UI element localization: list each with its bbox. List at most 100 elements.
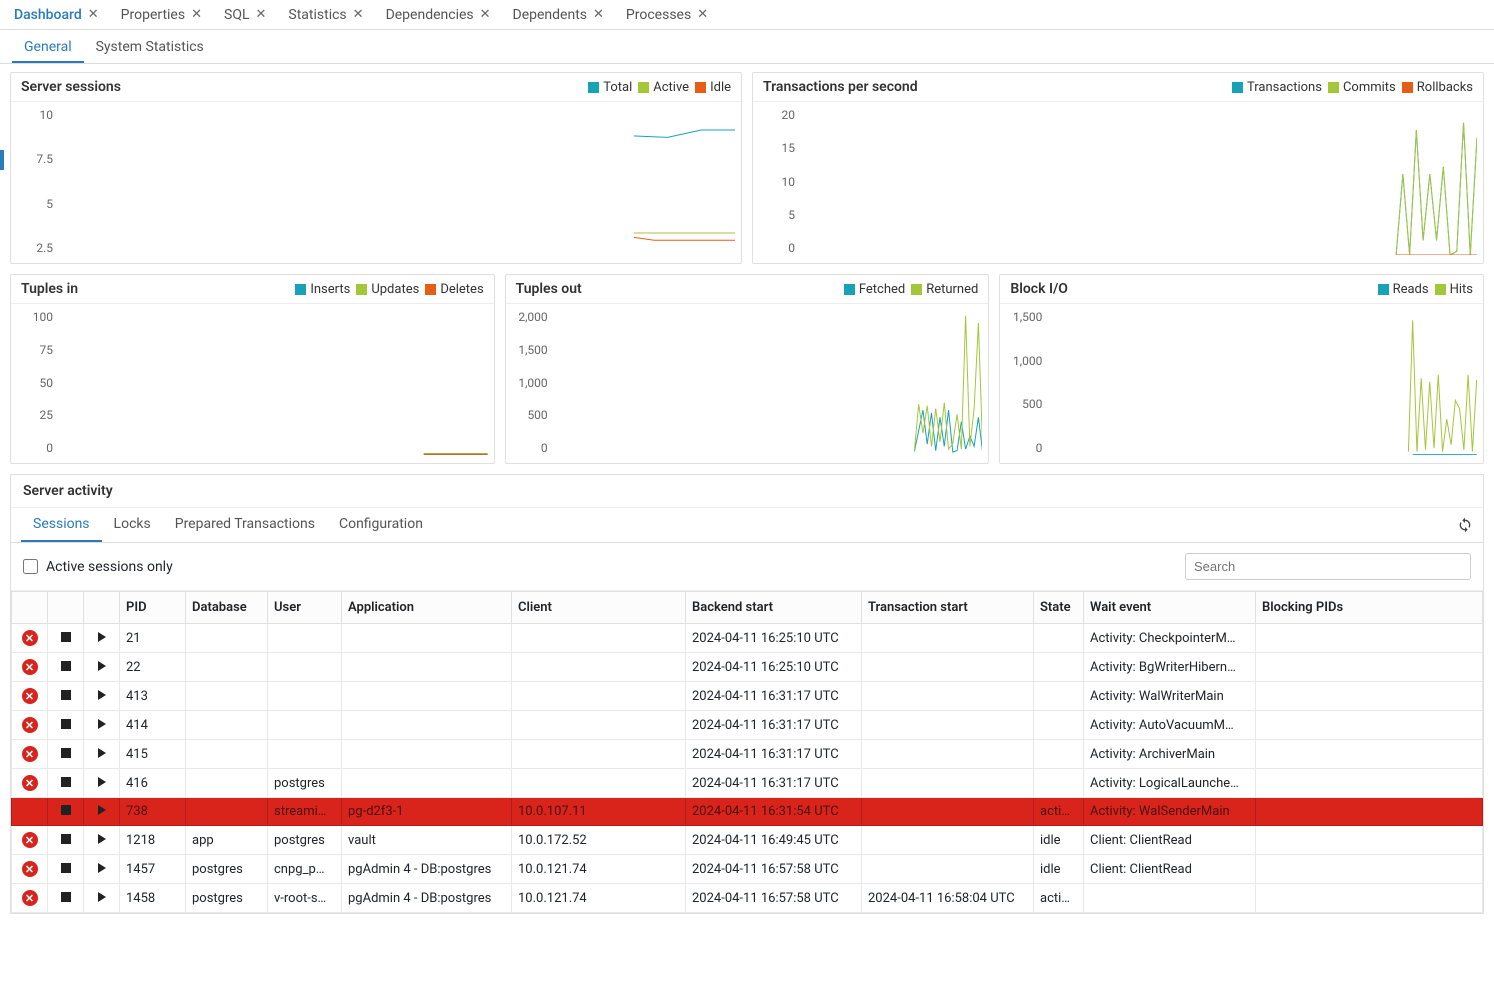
y-tick: 5 (753, 208, 801, 222)
close-icon[interactable]: ✕ (697, 7, 708, 22)
stop-icon[interactable] (61, 863, 71, 873)
main-tab-properties[interactable]: Properties✕ (113, 3, 210, 27)
table-row[interactable]: ✕212024-04-11 16:25:10 UTCActivity: Chec… (12, 624, 1483, 653)
col-header[interactable]: State (1034, 592, 1084, 624)
legend-label: Commits (1343, 80, 1396, 95)
sub-tab-general[interactable]: General (12, 33, 84, 63)
cell-db (186, 769, 268, 798)
table-row[interactable]: ✕4142024-04-11 16:31:17 UTCActivity: Aut… (12, 711, 1483, 740)
col-header[interactable] (84, 592, 120, 624)
legend: TransactionsCommitsRollbacks (1232, 80, 1473, 95)
y-tick: 20 (753, 108, 801, 122)
close-icon[interactable]: ✕ (480, 7, 491, 22)
table-row[interactable]: ✕4132024-04-11 16:31:17 UTCActivity: Wal… (12, 682, 1483, 711)
terminate-icon[interactable]: ✕ (22, 630, 38, 646)
activity-tab-configuration[interactable]: Configuration (327, 508, 435, 542)
terminate-icon[interactable]: ✕ (22, 775, 38, 791)
cell-wait: Activity: LogicalLaunche… (1084, 769, 1256, 798)
expand-icon[interactable] (98, 834, 106, 844)
table-row[interactable]: ✕1457postgrescnpg_p…pgAdmin 4 - DB:postg… (12, 855, 1483, 884)
table-row[interactable]: ✕4152024-04-11 16:31:17 UTCActivity: Arc… (12, 740, 1483, 769)
col-header[interactable] (48, 592, 84, 624)
activity-tab-locks[interactable]: Locks (102, 508, 163, 542)
y-tick: 10 (11, 108, 59, 122)
expand-icon[interactable] (98, 805, 106, 815)
legend-swatch (295, 284, 306, 295)
stop-icon[interactable] (61, 661, 71, 671)
cell-wait: Activity: BgWriterHibern… (1084, 653, 1256, 682)
stop-icon[interactable] (61, 719, 71, 729)
col-header[interactable] (12, 592, 48, 624)
expand-icon[interactable] (98, 719, 106, 729)
col-header[interactable]: Wait event (1084, 592, 1256, 624)
legend-item: Deletes (425, 282, 483, 297)
legend-label: Inserts (310, 282, 350, 297)
legend-item: Transactions (1232, 80, 1322, 95)
col-header[interactable]: Blocking PIDs (1256, 592, 1483, 624)
legend-swatch (1232, 82, 1243, 93)
stop-icon[interactable] (61, 748, 71, 758)
table-row[interactable]: ✕222024-04-11 16:25:10 UTCActivity: BgWr… (12, 653, 1483, 682)
panel-title: Server activity (11, 475, 1483, 508)
terminate-icon[interactable]: ✕ (22, 832, 38, 848)
activity-tab-sessions[interactable]: Sessions (21, 508, 102, 542)
col-header[interactable]: User (268, 592, 342, 624)
expand-icon[interactable] (98, 892, 106, 902)
expand-icon[interactable] (98, 748, 106, 758)
col-header[interactable]: Client (512, 592, 686, 624)
search-input[interactable] (1185, 553, 1471, 580)
col-header[interactable]: PID (120, 592, 186, 624)
cell-bpids (1256, 855, 1483, 884)
legend-item: Fetched (844, 282, 905, 297)
refresh-icon[interactable] (1457, 517, 1473, 533)
close-icon[interactable]: ✕ (593, 7, 604, 22)
expand-icon[interactable] (98, 632, 106, 642)
close-icon[interactable]: ✕ (255, 7, 266, 22)
stop-icon[interactable] (61, 834, 71, 844)
close-icon[interactable]: ✕ (353, 7, 364, 22)
expand-icon[interactable] (98, 777, 106, 787)
main-tab-statistics[interactable]: Statistics✕ (280, 3, 371, 27)
terminate-icon[interactable]: ✕ (22, 746, 38, 762)
main-tab-sql[interactable]: SQL✕ (216, 3, 274, 27)
main-tab-processes[interactable]: Processes✕ (618, 3, 716, 27)
col-header[interactable]: Backend start (686, 592, 862, 624)
stop-icon[interactable] (61, 690, 71, 700)
table-row[interactable]: 738streami…pg-d2f3-110.0.107.112024-04-1… (12, 798, 1483, 826)
close-icon[interactable]: ✕ (191, 7, 202, 22)
stop-icon[interactable] (61, 632, 71, 642)
cell-bpids (1256, 624, 1483, 653)
stop-icon[interactable] (61, 777, 71, 787)
table-row[interactable]: ✕1458postgresv-root-s…pgAdmin 4 - DB:pos… (12, 884, 1483, 913)
cell-state: acti… (1034, 798, 1084, 826)
active-sessions-toggle[interactable]: Active sessions only (23, 559, 173, 575)
terminate-icon[interactable]: ✕ (22, 659, 38, 675)
tab-label: Dependencies (386, 7, 474, 23)
main-tab-dependents[interactable]: Dependents✕ (505, 3, 612, 27)
terminate-icon[interactable]: ✕ (22, 890, 38, 906)
col-header[interactable]: Application (342, 592, 512, 624)
col-header[interactable]: Database (186, 592, 268, 624)
table-row[interactable]: ✕416postgres2024-04-11 16:31:17 UTCActiv… (12, 769, 1483, 798)
expand-icon[interactable] (98, 690, 106, 700)
main-tab-dependencies[interactable]: Dependencies ✕ (378, 3, 499, 27)
activity-tab-prepared-transactions[interactable]: Prepared Transactions (163, 508, 327, 542)
terminate-icon[interactable]: ✕ (22, 861, 38, 877)
cell-app (342, 740, 512, 769)
close-icon[interactable]: ✕ (88, 7, 99, 22)
col-header[interactable]: Transaction start (862, 592, 1034, 624)
cell-client (512, 624, 686, 653)
cell-client: 10.0.121.74 (512, 884, 686, 913)
terminate-icon[interactable]: ✕ (22, 717, 38, 733)
sub-tab-system-statistics[interactable]: System Statistics (84, 33, 216, 63)
y-tick: 1,500 (1000, 310, 1048, 324)
main-tab-dashboard[interactable]: Dashboard✕ (6, 3, 107, 27)
stop-icon[interactable] (61, 805, 71, 815)
table-row[interactable]: ✕1218apppostgresvault10.0.172.522024-04-… (12, 826, 1483, 855)
expand-icon[interactable] (98, 661, 106, 671)
active-sessions-checkbox[interactable] (23, 559, 38, 574)
expand-icon[interactable] (98, 863, 106, 873)
terminate-icon[interactable]: ✕ (22, 688, 38, 704)
legend-swatch (1435, 284, 1446, 295)
stop-icon[interactable] (61, 892, 71, 902)
